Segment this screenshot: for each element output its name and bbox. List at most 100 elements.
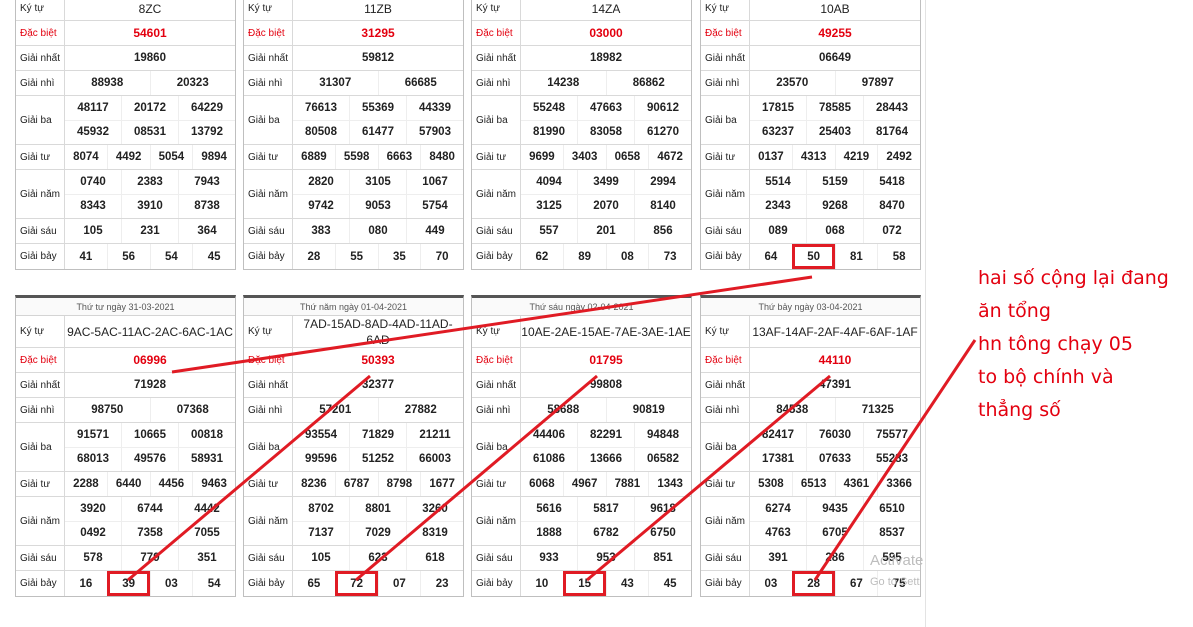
row-g3: Giải ba 91571 10665 00818 68013 49576 58931	[16, 423, 235, 472]
prize-label: Giải nhất	[244, 46, 293, 70]
prize-values: 2820 3105 1067 9742 9053 5754	[293, 170, 463, 218]
prize-label: Giải sáu	[472, 546, 521, 570]
table-date: Thứ bảy ngày 03-04-2021	[701, 298, 920, 316]
code-value: 10AE-2AE-15AE-7AE-3AE-1AE	[521, 324, 691, 339]
prize-value: 97897	[834, 71, 921, 95]
prize-value: 81990	[533, 126, 565, 139]
prize-value: 13792	[178, 120, 235, 144]
prize-values: 32377	[293, 373, 463, 397]
prize-values: 31295	[293, 21, 463, 45]
prize-label: Đặc biệt	[16, 21, 65, 45]
row-g5: Giải năm 8702 8801 3260 7137 7029 8319	[244, 497, 463, 546]
value-line: 44110	[750, 348, 920, 372]
prize-values: 2288 6440 4456 9463	[65, 472, 235, 496]
prize-value: 9463	[192, 472, 235, 496]
row-g5: Giải năm 5616 5817 9618 1888 6782 6750	[472, 497, 691, 546]
prize-value: 4763	[765, 527, 791, 540]
prize-value: 3260	[406, 497, 463, 521]
prize-value: 8343	[80, 200, 106, 213]
value-line: 0492 7358 7055	[65, 520, 235, 545]
prize-label: Giải nhì	[472, 398, 521, 422]
prize-value: 4967	[562, 472, 606, 496]
prize-label: Giải ba	[244, 423, 293, 471]
row-g3: Giải ba 48117 20172 64229 45932 08531 13792	[16, 96, 235, 145]
prize-value: 51252	[349, 447, 406, 471]
prize-label: Giải nhì	[701, 398, 750, 422]
prize-values: 55248 47663 90612 81990 83058 61270	[521, 96, 691, 144]
value-line: 80508 61477 57903	[293, 119, 463, 144]
row-g2: Giải nhì 57201 27882	[244, 398, 463, 423]
prize-value: 8470	[863, 194, 920, 218]
result-table: Ký tự 8ZC Đặc biệt 54601 Giải nhất 19860 Giải …	[15, 0, 236, 270]
prize-label: Giải sáu	[701, 219, 750, 243]
row-g7: Giải bảy 28 55 35 70	[244, 244, 463, 269]
prize-value: 84538	[776, 404, 809, 416]
prize-value: 623	[349, 546, 406, 570]
prize-label: Đặc biệt	[244, 348, 293, 372]
value-line: 41 56 54 45	[65, 244, 235, 269]
row-db: Đặc biệt 03000	[472, 21, 691, 46]
value-line: 17815 78585 28443	[750, 96, 920, 120]
highlighted-number: 72	[334, 571, 378, 596]
prize-value: 6787	[334, 472, 378, 496]
prize-value: 18982	[590, 52, 622, 64]
prize-value: 0492	[80, 527, 106, 540]
prize-values: 933 953 851	[521, 546, 691, 570]
value-line: 5616 5817 9618	[521, 497, 691, 521]
prize-values: 91571 10665 00818 68013 49576 58931	[65, 423, 235, 471]
value-line: 62 89 08 73	[521, 244, 691, 269]
row-db: Đặc biệt 50393	[244, 348, 463, 373]
prize-label: Giải ba	[16, 96, 65, 144]
prize-value: 62	[535, 250, 549, 263]
prize-value: 71325	[834, 398, 921, 422]
annotation-line: hai số cộng lại đang	[978, 267, 1169, 289]
prize-value: 286	[806, 546, 863, 570]
prize-values: 50393	[293, 348, 463, 372]
prize-label: Ký tự	[16, 0, 65, 20]
prize-value: 61086	[533, 453, 565, 466]
prize-values: 84538 71325	[750, 398, 920, 422]
prize-value: 19860	[134, 52, 166, 64]
prize-label: Giải ba	[701, 96, 750, 144]
prize-values: 03000	[521, 21, 691, 45]
row-g5: Giải năm 6274 9435 6510 4763 6705 8537	[701, 497, 920, 546]
row-g6: Giải sáu 089 068 072	[701, 219, 920, 244]
prize-value: 63237	[762, 126, 794, 139]
prize-values: 10AB	[750, 0, 920, 20]
prize-value: 23570	[776, 77, 809, 89]
prize-value: 2820	[308, 175, 334, 188]
row-g5: Giải năm 5514 5159 5418 2343 9268 8470	[701, 170, 920, 219]
prize-value: 8140	[634, 194, 691, 218]
prize-label: Giải sáu	[472, 219, 521, 243]
value-line: 14238 86862	[521, 71, 691, 95]
row-g6: Giải sáu 933 953 851	[472, 546, 691, 571]
value-line: 50393	[293, 348, 463, 372]
prize-value: 28443	[863, 96, 920, 120]
value-line: 63237 25403 81764	[750, 119, 920, 144]
prize-label: Giải sáu	[244, 219, 293, 243]
prize-value: 1343	[648, 472, 691, 496]
row-g3: Giải ba 44406 82291 94848 61086 13666 06582	[472, 423, 691, 472]
value-line: 0137 4313 4219 2492	[750, 145, 920, 169]
prize-label: Giải ba	[244, 96, 293, 144]
prize-value: 90612	[634, 96, 691, 120]
prize-value: 81	[834, 244, 878, 269]
row-g1: Giải nhất 59812	[244, 46, 463, 71]
prize-value: 6782	[577, 521, 634, 545]
prize-value: 6705	[806, 521, 863, 545]
row-kytu: Ký tự 9AC-5AC-11AC-2AC-6AC-1AC	[16, 316, 235, 348]
prize-value: 3125	[536, 200, 562, 213]
prize-value: 2492	[877, 145, 920, 169]
prize-value: 32377	[362, 379, 394, 391]
prize-label: Giải tư	[701, 145, 750, 169]
row-g4: Giải tư 6889 5598 6663 8480	[244, 145, 463, 170]
prize-value: 55248	[533, 101, 565, 114]
prize-values: 71928	[65, 373, 235, 397]
prize-value: 78585	[806, 96, 863, 120]
prize-value: 7029	[349, 521, 406, 545]
value-line: 16 39 03 54	[65, 571, 235, 596]
prize-value: 43	[605, 571, 649, 596]
value-line: 2343 9268 8470	[750, 193, 920, 218]
prize-value: 31307	[319, 77, 352, 89]
row-kytu: Ký tự 10AB	[701, 0, 920, 21]
